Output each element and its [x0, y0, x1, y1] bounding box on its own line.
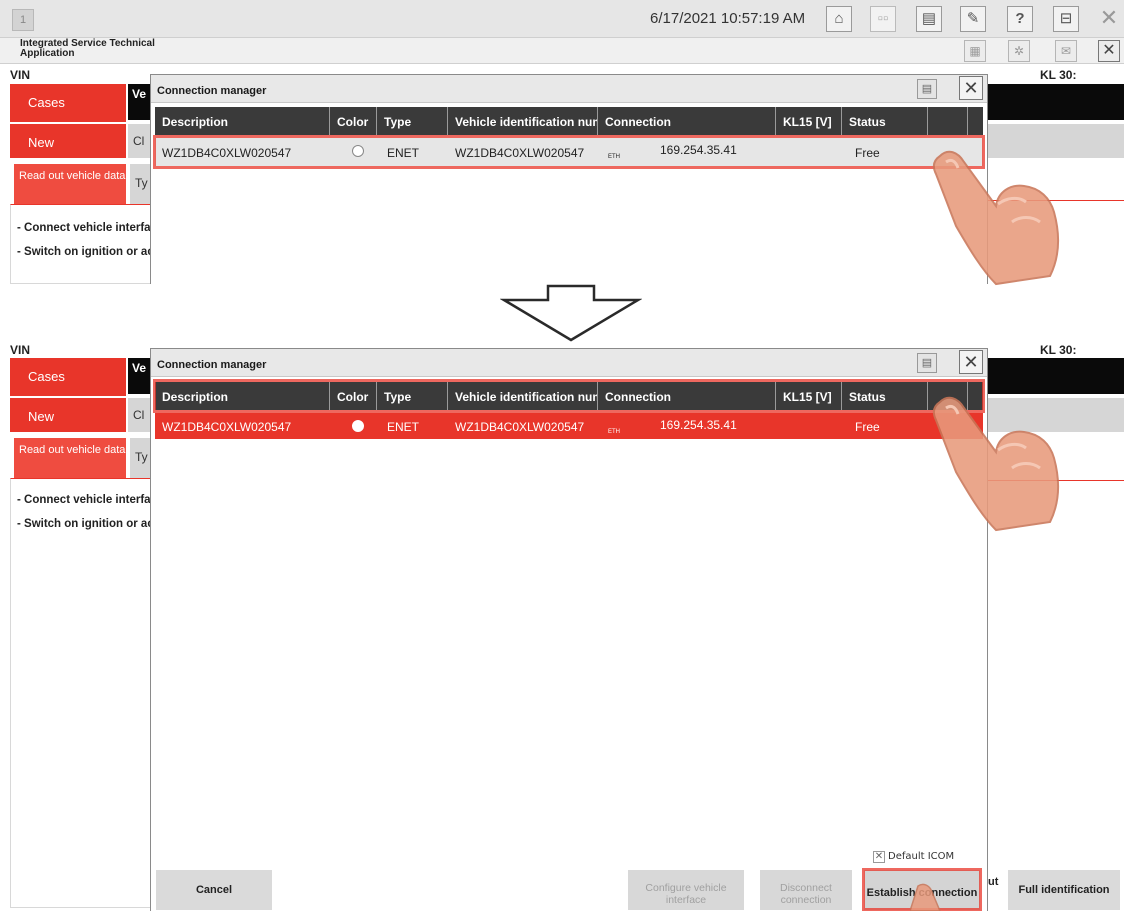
- datetime-display: 6/17/2021 10:57:19 AM: [650, 10, 806, 27]
- cell-connection: ETH 169.254.35.41: [598, 413, 776, 439]
- close-icon[interactable]: ✕: [1096, 6, 1122, 32]
- dialog-title: Connection manager: [151, 75, 987, 103]
- cell-vin: WZ1DB4C0XLW020547: [455, 146, 585, 160]
- arrow-down-icon: [500, 284, 642, 342]
- cell-status: Free: [855, 146, 880, 160]
- col-color[interactable]: Color: [330, 107, 377, 135]
- app-title: Integrated Service Technical Application: [20, 38, 155, 59]
- instruction-1: - Connect vehicle interfa: [17, 222, 151, 234]
- col-description[interactable]: Description: [155, 107, 330, 135]
- connection-type: ETH: [608, 154, 620, 160]
- table-row-selected[interactable]: WZ1DB4C0XLW020547 ENET WZ1DB4C0XLW020547…: [155, 413, 983, 439]
- sub-tab-read-out[interactable]: Read out vehicle data: [14, 438, 126, 478]
- color-indicator: [352, 420, 364, 432]
- cell-color: [330, 138, 377, 166]
- cancel-button[interactable]: Cancel: [156, 870, 272, 910]
- connection-manager-dialog: [150, 74, 988, 284]
- cell-vin: WZ1DB4C0XLW020547: [455, 420, 585, 434]
- col-type[interactable]: Type: [377, 107, 448, 135]
- color-indicator: [352, 145, 364, 157]
- establish-connection-button[interactable]: Establish connection: [864, 870, 980, 910]
- cell-status: Free: [855, 420, 880, 434]
- vin-label: VIN: [10, 68, 31, 82]
- table-row[interactable]: WZ1DB4C0XLW020547 ENET WZ1DB4C0XLW020547…: [155, 138, 983, 166]
- vin-label: VIN: [10, 343, 31, 357]
- connection-ip: 169.254.35.41: [660, 143, 737, 157]
- full-identification-button[interactable]: Full identification: [1008, 870, 1120, 910]
- dialog-close-icon[interactable]: ✕: [959, 76, 983, 100]
- divider: [986, 480, 1124, 481]
- info-panel: [10, 204, 152, 284]
- print-icon[interactable]: ▤: [917, 353, 937, 373]
- kl30-label: KL 30:: [1040, 68, 1077, 82]
- col-extra: [928, 107, 968, 135]
- cell-type: ENET: [387, 420, 420, 434]
- sub-strip-2: Ty: [130, 164, 152, 204]
- sub-strip-2: Ty: [130, 438, 152, 478]
- table-header: Description Color Type Vehicle identific…: [155, 107, 983, 135]
- col-kl15[interactable]: KL15 [V]: [776, 382, 842, 410]
- print-icon[interactable]: ▤: [916, 6, 942, 32]
- help-icon[interactable]: ?: [1007, 6, 1033, 32]
- cell-type: ENET: [387, 146, 420, 160]
- partial-button-label: ut: [988, 876, 999, 888]
- cell-description: WZ1DB4C0XLW020547: [162, 146, 292, 160]
- col-kl15[interactable]: KL15 [V]: [776, 107, 842, 135]
- connection-ip: 169.254.35.41: [660, 418, 737, 432]
- window-number[interactable]: 1: [12, 9, 34, 31]
- col-vin[interactable]: Vehicle identification num: [448, 107, 598, 135]
- default-icom-checkbox[interactable]: ✕: [873, 851, 885, 863]
- tab-cases[interactable]: Cases: [10, 358, 126, 396]
- home-icon[interactable]: ⌂: [826, 6, 852, 32]
- configure-interface-button[interactable]: Configure vehicle interface: [628, 870, 744, 910]
- col-type[interactable]: Type: [377, 382, 448, 410]
- kl30-label: KL 30:: [1040, 343, 1077, 357]
- col-color[interactable]: Color: [330, 382, 377, 410]
- col-vin[interactable]: Vehicle identification num: [448, 382, 598, 410]
- wrench-icon[interactable]: ✎: [960, 6, 986, 32]
- instruction-2: - Switch on ignition or ac: [17, 246, 154, 258]
- col-status[interactable]: Status: [842, 382, 928, 410]
- info-panel: [10, 478, 152, 908]
- tab-new[interactable]: New: [10, 398, 126, 432]
- cell-color: [330, 413, 377, 439]
- title-bar: [0, 0, 1124, 38]
- dialog-close-icon[interactable]: ✕: [959, 350, 983, 374]
- toggle-icon[interactable]: ▫▫: [870, 6, 896, 32]
- divider: [986, 200, 1124, 201]
- tab-cases[interactable]: Cases: [10, 84, 126, 122]
- cell-connection: ETH 169.254.35.41: [598, 138, 776, 166]
- dialog-title: Connection manager: [151, 349, 987, 377]
- cell-kl15: [776, 413, 842, 439]
- gear-icon[interactable]: ✲: [1008, 40, 1030, 62]
- cell-description: WZ1DB4C0XLW020547: [162, 420, 292, 434]
- minimize-icon[interactable]: ⊟: [1053, 6, 1079, 32]
- col-connection[interactable]: Connection: [598, 107, 776, 135]
- document-icon[interactable]: ▦: [964, 40, 986, 62]
- instruction-1: - Connect vehicle interfa: [17, 494, 151, 506]
- default-icom-label: Default ICOM: [888, 851, 955, 862]
- mail-icon[interactable]: ✉: [1055, 40, 1077, 62]
- sub-tab-read-out[interactable]: Read out vehicle data: [14, 164, 126, 204]
- disconnect-button[interactable]: Disconnect connection: [760, 870, 852, 910]
- tab-new[interactable]: New: [10, 124, 126, 158]
- table-header: Description Color Type Vehicle identific…: [155, 382, 983, 410]
- instruction-2: - Switch on ignition or ac: [17, 518, 154, 530]
- cell-kl15: [776, 138, 842, 166]
- print-icon[interactable]: ▤: [917, 79, 937, 99]
- connection-type: ETH: [608, 429, 620, 435]
- app-close-icon[interactable]: ✕: [1098, 40, 1120, 62]
- col-status[interactable]: Status: [842, 107, 928, 135]
- col-description[interactable]: Description: [155, 382, 330, 410]
- col-extra: [928, 382, 968, 410]
- col-connection[interactable]: Connection: [598, 382, 776, 410]
